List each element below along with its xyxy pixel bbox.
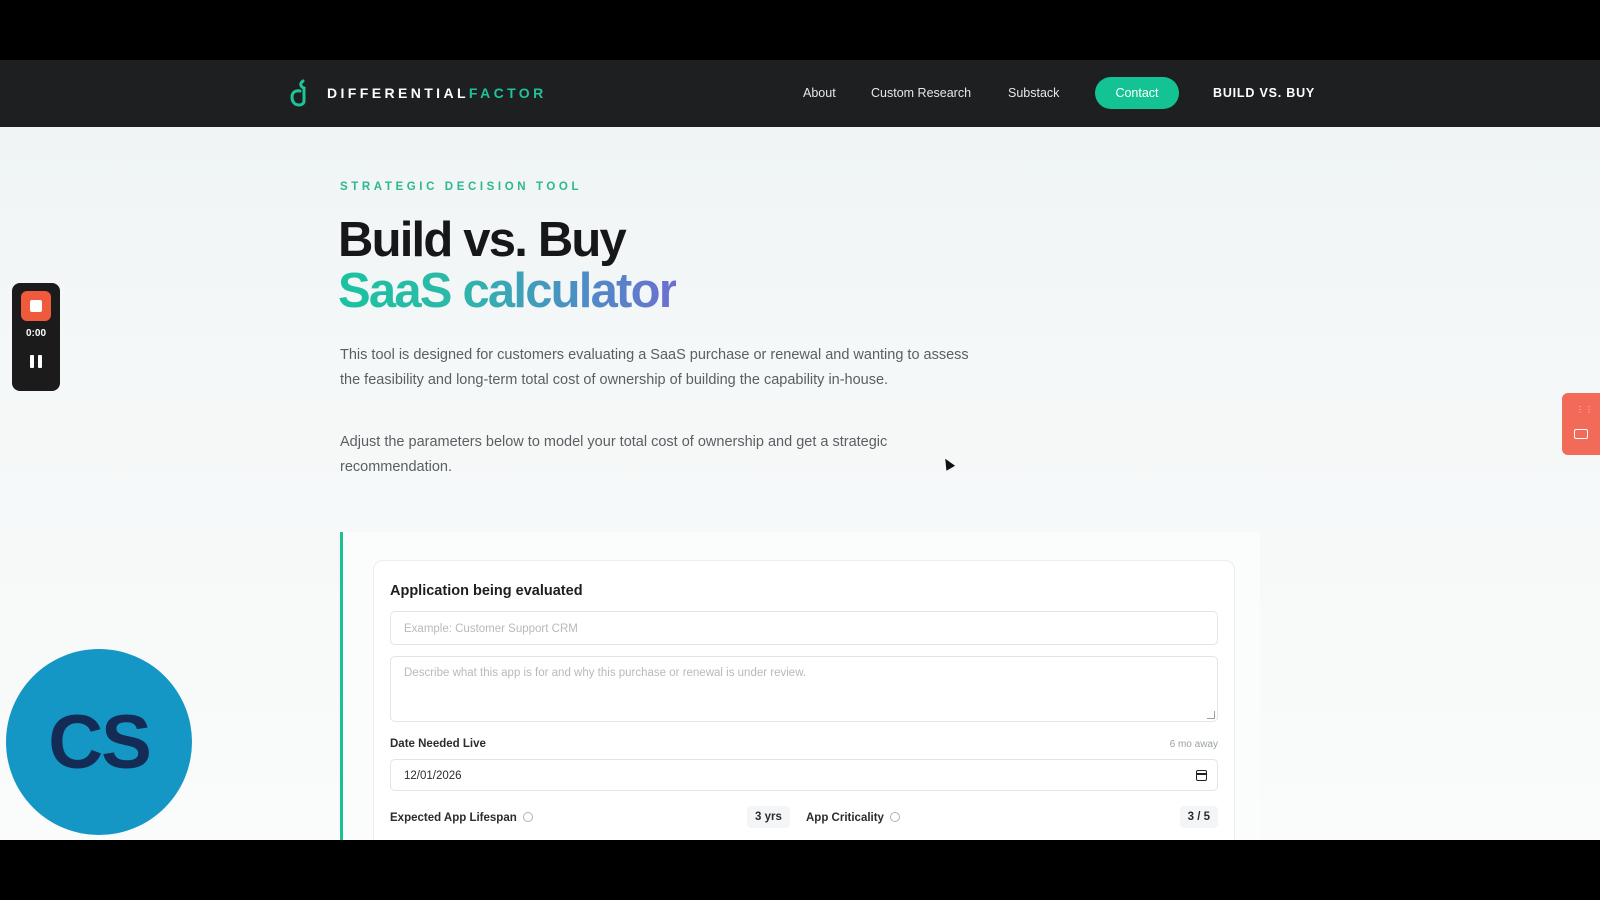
logo-word-differential: DIFFERENTIAL [327, 85, 469, 101]
screen-recorder-widget: 0:00 [12, 283, 60, 391]
date-needed-input[interactable]: 12/01/2026 [390, 759, 1218, 791]
date-needed-label: Date Needed Live [390, 738, 486, 750]
date-distance-hint: 6 mo away [1169, 739, 1218, 750]
intro-paragraph: This tool is designed for customers eval… [340, 347, 969, 388]
app-name-input[interactable]: Example: Customer Support CRM [390, 611, 1218, 645]
calculator-card: Application being evaluated Example: Cus… [340, 532, 1260, 840]
app-description-placeholder: Describe what this app is for and why th… [404, 667, 807, 679]
df-logo-icon [290, 79, 306, 107]
recording-timer: 0:00 [25, 328, 46, 339]
feedback-icon [1574, 429, 1588, 439]
section-title: Application being evaluated [390, 583, 583, 599]
drag-handle-icon[interactable]: ⋮⋮ [1576, 405, 1594, 414]
site-header: DIFFERENTIALFACTOR About Custom Research… [0, 60, 1600, 127]
resize-handle-icon[interactable] [1207, 711, 1215, 719]
nav-custom-research[interactable]: Custom Research [871, 86, 971, 100]
app-description-textarea[interactable]: Describe what this app is for and why th… [390, 656, 1218, 722]
criticality-label: App Criticality [806, 812, 900, 824]
webcam-avatar: CS [6, 649, 192, 835]
lifespan-label-text: Expected App Lifespan [390, 812, 517, 824]
nav-substack[interactable]: Substack [1008, 86, 1059, 100]
lifespan-value-badge: 3 yrs [747, 806, 790, 828]
nav-about[interactable]: About [803, 86, 836, 100]
page-subtitle-gradient: SaaS calculator [338, 264, 678, 318]
letterbox-top [0, 0, 1600, 60]
browser-viewport: DIFFERENTIALFACTOR About Custom Research… [0, 60, 1600, 840]
info-icon[interactable] [889, 812, 900, 822]
page-title: Build vs. Buy [338, 213, 627, 267]
logo-text: DIFFERENTIALFACTOR [327, 85, 547, 101]
instructions-paragraph: Adjust the parameters below to model you… [340, 434, 888, 475]
application-section: Application being evaluated Example: Cus… [373, 560, 1235, 840]
date-needed-value: 12/01/2026 [404, 770, 462, 782]
calendar-icon[interactable] [1196, 770, 1207, 781]
nav-build-vs-buy[interactable]: BUILD VS. BUY [1213, 86, 1315, 100]
feedback-side-tab[interactable]: ⋮⋮ [1562, 393, 1600, 455]
letterbox-bottom [0, 840, 1600, 900]
criticality-value-badge: 3 / 5 [1179, 806, 1218, 828]
avatar-initials: CS [48, 699, 152, 785]
site-logo[interactable]: DIFFERENTIALFACTOR [289, 79, 547, 107]
lifespan-label: Expected App Lifespan [390, 812, 533, 824]
criticality-label-text: App Criticality [806, 812, 884, 824]
stop-recording-button[interactable] [21, 291, 51, 321]
eyebrow-label: STRATEGIC DECISION TOOL [340, 181, 583, 193]
logo-word-factor: FACTOR [468, 85, 547, 101]
info-icon[interactable] [522, 812, 533, 822]
pause-icon[interactable] [30, 355, 43, 368]
contact-button[interactable]: Contact [1095, 77, 1179, 109]
